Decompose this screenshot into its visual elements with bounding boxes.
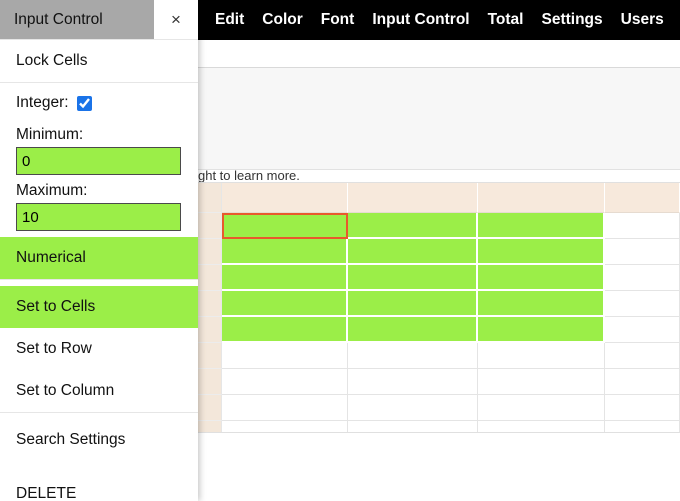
column-header-cell[interactable] xyxy=(605,183,680,213)
menu-item-input-control[interactable]: Input Control xyxy=(363,0,478,40)
column-header-cell[interactable] xyxy=(348,183,478,213)
grid-cell[interactable] xyxy=(478,395,605,421)
grid-cell[interactable] xyxy=(605,265,680,291)
minimum-input[interactable] xyxy=(16,147,181,175)
grid-cell[interactable] xyxy=(605,291,680,317)
grid-cell[interactable] xyxy=(348,395,478,421)
grid-cell[interactable] xyxy=(222,343,348,369)
grid-cell[interactable] xyxy=(478,369,605,395)
minimum-field-block: Minimum: Maximum: xyxy=(0,125,198,231)
column-header-cell[interactable] xyxy=(478,183,605,213)
row-header-cell[interactable] xyxy=(198,395,222,421)
grid-cell[interactable] xyxy=(348,291,478,317)
grid-cell[interactable] xyxy=(348,343,478,369)
grid-cell[interactable] xyxy=(605,317,680,343)
grid-cell[interactable] xyxy=(222,317,348,343)
menu-item-color[interactable]: Color xyxy=(253,0,311,40)
table-row xyxy=(198,265,680,291)
menu-item-settings[interactable]: Settings xyxy=(532,0,611,40)
grid-cell[interactable] xyxy=(222,395,348,421)
close-icon[interactable]: × xyxy=(154,0,198,39)
table-row xyxy=(198,343,680,369)
grid-cell[interactable] xyxy=(348,317,478,343)
integer-field-row: Integer: xyxy=(0,83,198,123)
search-settings-button[interactable]: Search Settings xyxy=(0,419,198,461)
lock-cells-button[interactable]: Lock Cells xyxy=(0,40,198,82)
spreadsheet-grid[interactable] xyxy=(198,182,680,447)
table-row xyxy=(198,213,680,239)
menu-item-edit[interactable]: Edit xyxy=(206,0,253,40)
row-header-cell[interactable] xyxy=(198,213,222,239)
grid-cell[interactable] xyxy=(605,239,680,265)
info-text: ght to learn more. xyxy=(198,168,300,183)
grid-cell[interactable] xyxy=(478,317,605,343)
row-header-cell[interactable] xyxy=(198,239,222,265)
input-control-panel: Input Control × Lock Cells Integer: Mini… xyxy=(0,0,198,501)
grid-cell[interactable] xyxy=(478,291,605,317)
grid-cell[interactable] xyxy=(478,213,605,239)
row-header-cell[interactable] xyxy=(198,265,222,291)
grid-cell[interactable] xyxy=(478,265,605,291)
panel-spacer xyxy=(0,461,198,473)
grid-cell[interactable] xyxy=(605,343,680,369)
grid-cell[interactable] xyxy=(348,213,478,239)
maximum-input[interactable] xyxy=(16,203,181,231)
grid-cell[interactable] xyxy=(605,395,680,421)
grid-cell[interactable] xyxy=(222,291,348,317)
table-row xyxy=(198,317,680,343)
row-header-cell[interactable] xyxy=(198,343,222,369)
grid-cell[interactable] xyxy=(605,369,680,395)
menu-item-users[interactable]: Users xyxy=(612,0,673,40)
menu-item-groups[interactable]: Gr xyxy=(673,0,680,40)
grid-cell[interactable] xyxy=(605,213,680,239)
row-header-cell[interactable] xyxy=(198,183,222,213)
maximum-label: Maximum: xyxy=(16,182,88,199)
table-row xyxy=(198,369,680,395)
grid-cell[interactable] xyxy=(222,239,348,265)
grid-cell[interactable] xyxy=(348,239,478,265)
table-row xyxy=(198,395,680,421)
table-row xyxy=(198,183,680,213)
grid-cell[interactable] xyxy=(478,343,605,369)
row-header-cell[interactable] xyxy=(198,291,222,317)
app-window: Edit Color Font Input Control Total Sett… xyxy=(0,0,680,501)
panel-titlebar: Input Control × xyxy=(0,0,198,39)
grid-cell[interactable] xyxy=(478,239,605,265)
integer-checkbox[interactable] xyxy=(76,95,92,111)
row-header-cell[interactable] xyxy=(198,317,222,343)
set-to-row-button[interactable]: Set to Row xyxy=(0,328,198,370)
minimum-label: Minimum: xyxy=(16,126,84,143)
table-row xyxy=(198,291,680,317)
numerical-button[interactable]: Numerical xyxy=(0,237,198,279)
delete-button[interactable]: DELETE xyxy=(0,473,198,501)
grid-cell-selected[interactable] xyxy=(222,213,348,239)
table-row xyxy=(198,239,680,265)
column-header-cell[interactable] xyxy=(222,183,348,213)
menu-bar: Edit Color Font Input Control Total Sett… xyxy=(198,0,680,40)
panel-title: Input Control xyxy=(0,0,154,39)
timestamp-bar xyxy=(198,40,680,68)
grid-empty-area xyxy=(198,432,680,501)
row-header-cell[interactable] xyxy=(198,369,222,395)
integer-label: Integer: xyxy=(16,94,69,111)
set-to-cells-button[interactable]: Set to Cells xyxy=(0,286,198,328)
menu-item-font[interactable]: Font xyxy=(312,0,364,40)
grid-cell[interactable] xyxy=(348,265,478,291)
menu-item-total[interactable]: Total xyxy=(479,0,533,40)
grid-cell[interactable] xyxy=(222,265,348,291)
grid-cell[interactable] xyxy=(348,369,478,395)
set-to-column-button[interactable]: Set to Column xyxy=(0,370,198,412)
info-strip xyxy=(198,68,680,170)
grid-cell[interactable] xyxy=(222,369,348,395)
